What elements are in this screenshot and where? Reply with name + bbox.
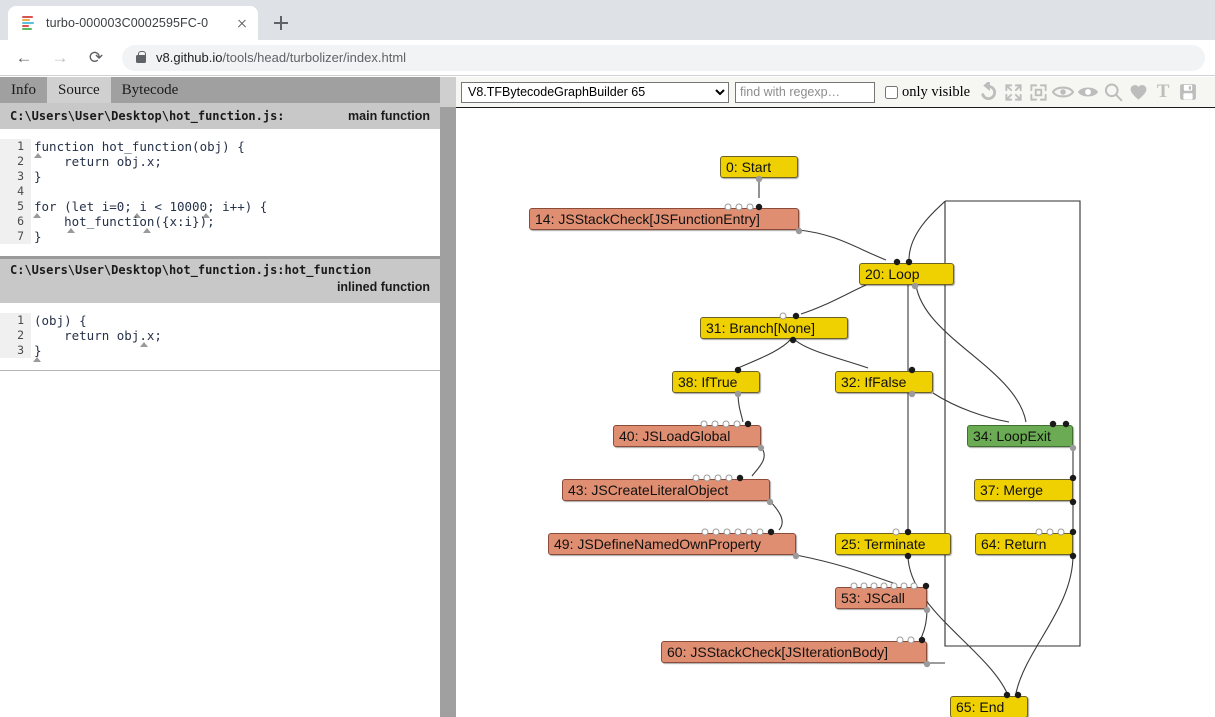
graph-node-64[interactable]: 64: Return bbox=[975, 533, 1073, 555]
line-text bbox=[31, 184, 34, 199]
graph-node-37[interactable]: 37: Merge bbox=[974, 479, 1073, 501]
url-text: v8.github.io/tools/head/turbolizer/index… bbox=[156, 50, 406, 65]
arrow-left-icon[interactable]: ← bbox=[10, 44, 38, 72]
tab-source[interactable]: Source bbox=[47, 77, 111, 103]
text-icon[interactable]: T bbox=[1151, 80, 1175, 104]
tab-bytecode[interactable]: Bytecode bbox=[111, 77, 190, 103]
eye-filled-icon[interactable] bbox=[1076, 80, 1100, 104]
main-function-code[interactable]: 1 function hot_function(obj) { 2 return o… bbox=[0, 129, 440, 256]
left-panel-tabs: Info Source Bytecode bbox=[0, 77, 440, 103]
turbolizer-app: Info Source Bytecode C:\Users\User\Deskt… bbox=[0, 77, 1215, 717]
url-path: /tools/head/turbolizer/index.html bbox=[222, 50, 407, 65]
only-visible-checkbox-label[interactable]: only visible bbox=[885, 84, 970, 101]
graph-node-14[interactable]: 14: JSStackCheck[JSFunctionEntry] bbox=[529, 208, 799, 230]
browser-tab[interactable]: turbo-000003C0002595FC-0 bbox=[8, 6, 258, 40]
code-line: 4 bbox=[0, 184, 440, 199]
graph-node-32[interactable]: 32: IfFalse bbox=[835, 371, 933, 393]
line-number: 1 bbox=[0, 313, 31, 328]
code-line: 2 return obj.x; bbox=[0, 154, 440, 169]
graph-canvas[interactable]: 0: Start 14: JSStackCheck[JSFunctionEntr… bbox=[456, 108, 1215, 717]
line-text: for (let i=0; i < 10000; i++) { bbox=[34, 199, 268, 214]
plus-icon[interactable] bbox=[267, 9, 295, 37]
address-bar[interactable]: v8.github.io/tools/head/turbolizer/index… bbox=[122, 44, 1205, 71]
main-function-path: C:\Users\User\Desktop\hot_function.js: bbox=[10, 109, 285, 123]
line-text: (obj) { bbox=[34, 313, 87, 328]
magnifier-icon[interactable] bbox=[1101, 80, 1125, 104]
graph-node-25[interactable]: 25: Terminate bbox=[835, 533, 951, 555]
line-text: } bbox=[34, 343, 42, 358]
source-marker bbox=[33, 357, 41, 362]
phase-select[interactable]: V8.TFBytecodeGraphBuilder 65 bbox=[461, 81, 729, 103]
inlined-function-badge: inlined function bbox=[336, 280, 430, 294]
graph-node-49[interactable]: 49: JSDefineNamedOwnProperty bbox=[548, 533, 796, 555]
turbolizer-favicon bbox=[20, 15, 36, 31]
line-number: 6 bbox=[0, 214, 31, 229]
graph-node-40[interactable]: 40: JSLoadGlobal bbox=[613, 425, 761, 447]
line-number: 1 bbox=[0, 139, 31, 154]
fit-view-icon[interactable] bbox=[1026, 80, 1050, 104]
graph-toolbar-icons: T bbox=[976, 80, 1200, 104]
main-function-header: C:\Users\User\Desktop\hot_function.js: m… bbox=[0, 103, 440, 129]
graph-node-60[interactable]: 60: JSStackCheck[JSIterationBody] bbox=[661, 641, 927, 663]
only-visible-checkbox[interactable] bbox=[885, 85, 898, 99]
code-line: 5 for (let i=0; i < 10000; i++) { bbox=[0, 199, 440, 218]
line-number: 2 bbox=[0, 154, 31, 169]
tab-info[interactable]: Info bbox=[0, 77, 47, 103]
graph-node-38[interactable]: 38: IfTrue bbox=[672, 371, 760, 393]
graph-toolbar: V8.TFBytecodeGraphBuilder 65 only visibl… bbox=[456, 77, 1215, 108]
graph-node-43[interactable]: 43: JSCreateLiteralObject bbox=[562, 479, 770, 501]
code-line: 1 (obj) { bbox=[0, 313, 440, 328]
close-icon[interactable] bbox=[232, 13, 252, 33]
graph-node-20[interactable]: 20: Loop bbox=[859, 263, 954, 285]
graph-panel: V8.TFBytecodeGraphBuilder 65 only visibl… bbox=[456, 77, 1215, 717]
code-line: 7} bbox=[0, 229, 440, 244]
main-function-badge: main function bbox=[348, 109, 430, 123]
inlined-function-code[interactable]: 1 (obj) { 2 return obj.x; 3} bbox=[0, 303, 440, 370]
arrow-right-icon[interactable]: → bbox=[46, 44, 74, 72]
graph-edges bbox=[737, 178, 1081, 694]
scrollbar-thumb[interactable] bbox=[440, 77, 456, 107]
graph-node-53[interactable]: 53: JSCall bbox=[835, 587, 927, 609]
refresh-icon[interactable] bbox=[976, 80, 1000, 104]
line-number: 3 bbox=[0, 169, 31, 184]
graph-node-65[interactable]: 65: End bbox=[950, 696, 1028, 717]
line-text: return obj.x; bbox=[34, 154, 162, 169]
code-line: 1 function hot_function(obj) { bbox=[0, 139, 440, 158]
panel-scrollbar[interactable] bbox=[440, 77, 456, 717]
inlined-function-header: C:\Users\User\Desktop\hot_function.js:ho… bbox=[0, 259, 440, 303]
inlined-function-path: C:\Users\User\Desktop\hot_function.js:ho… bbox=[10, 263, 372, 277]
code-line: 3} bbox=[0, 169, 440, 184]
line-number: 5 bbox=[0, 199, 31, 214]
heart-icon[interactable] bbox=[1126, 80, 1150, 104]
line-text: hot_function({x:i}); bbox=[34, 214, 215, 229]
line-number: 7 bbox=[0, 229, 31, 244]
save-icon[interactable] bbox=[1176, 80, 1200, 104]
line-number: 2 bbox=[0, 328, 31, 343]
line-number: 4 bbox=[0, 184, 31, 199]
line-text: return obj.x; bbox=[34, 328, 162, 343]
tab-title: turbo-000003C0002595FC-0 bbox=[46, 16, 209, 30]
line-text: } bbox=[34, 169, 42, 184]
line-text: function hot_function(obj) { bbox=[34, 139, 245, 154]
line-number: 3 bbox=[0, 343, 31, 358]
panel-divider-bottom bbox=[0, 370, 440, 371]
url-host: v8.github.io bbox=[156, 50, 223, 65]
line-text: } bbox=[34, 229, 42, 244]
browser-window: turbo-000003C0002595FC-0 ← → ⟳ v8.github… bbox=[0, 0, 1215, 717]
code-line: 6 hot_function({x:i}); bbox=[0, 214, 440, 233]
eye-outline-icon[interactable] bbox=[1051, 80, 1075, 104]
code-line: 3} bbox=[0, 343, 440, 362]
browser-toolbar: ← → ⟳ v8.github.io/tools/head/turbolizer… bbox=[0, 40, 1215, 76]
graph-node-34[interactable]: 34: LoopExit bbox=[967, 425, 1073, 447]
tab-strip: turbo-000003C0002595FC-0 bbox=[0, 0, 1215, 40]
graph-node-31[interactable]: 31: Branch[None] bbox=[700, 317, 848, 339]
search-input[interactable] bbox=[735, 81, 875, 103]
lock-icon bbox=[136, 50, 146, 63]
only-visible-label: only visible bbox=[902, 83, 971, 100]
graph-node-0[interactable]: 0: Start bbox=[720, 156, 798, 178]
source-panel: Info Source Bytecode C:\Users\User\Deskt… bbox=[0, 77, 440, 717]
code-line: 2 return obj.x; bbox=[0, 328, 440, 347]
expand-all-icon[interactable] bbox=[1001, 80, 1025, 104]
reload-icon[interactable]: ⟳ bbox=[82, 44, 110, 72]
